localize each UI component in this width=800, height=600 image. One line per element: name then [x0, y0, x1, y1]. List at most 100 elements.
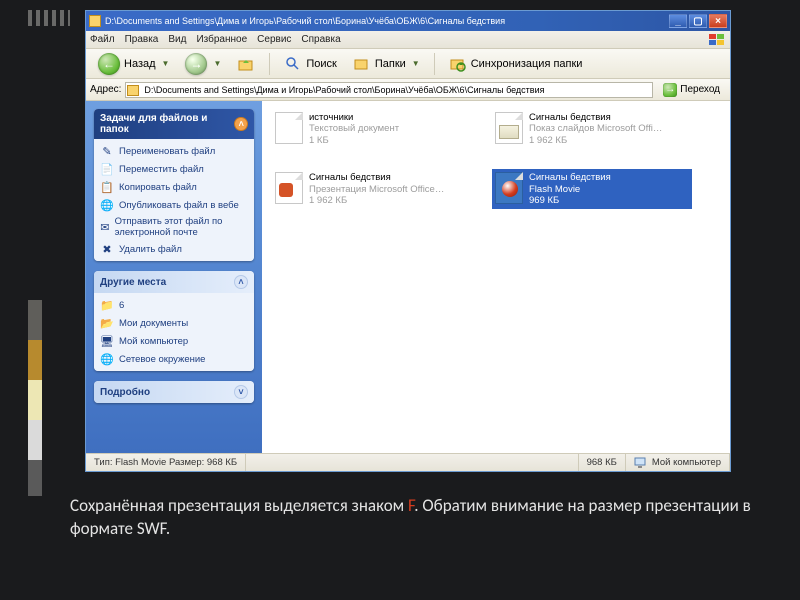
menu-edit[interactable]: Правка — [125, 34, 159, 45]
place-label: Сетевое окружение — [119, 354, 205, 365]
chevron-down-icon: ▼ — [162, 59, 170, 68]
task-item[interactable]: 📋Копировать файл — [100, 180, 248, 194]
folders-icon — [353, 55, 371, 73]
go-icon: → — [663, 83, 677, 97]
menu-file[interactable]: Файл — [90, 34, 115, 45]
search-label: Поиск — [306, 58, 336, 70]
file-name: Сигналы бедствия — [529, 112, 662, 123]
close-button[interactable]: × — [709, 14, 727, 28]
place-label: 6 — [119, 300, 124, 311]
file-size: 1 962 КБ — [529, 135, 662, 146]
task-icon: 📄 — [100, 162, 114, 176]
menu-view[interactable]: Вид — [168, 34, 186, 45]
menu-favorites[interactable]: Избранное — [196, 34, 247, 45]
nav-toolbar: ← Назад ▼ → ▼ Поиск — [86, 49, 730, 79]
separator — [269, 53, 270, 75]
windows-logo-icon — [708, 33, 726, 47]
status-type: Тип: Flash Movie Размер: 968 КБ — [86, 454, 246, 471]
file-type: Показ слайдов Microsoft Offi… — [529, 123, 662, 134]
file-type: Презентация Microsoft Office… — [309, 184, 444, 195]
task-label: Удалить файл — [119, 244, 182, 255]
card-header[interactable]: Подробно ˅ — [94, 381, 254, 403]
file-icon — [495, 112, 523, 144]
place-item[interactable]: 🌐 Сетевое окружение — [100, 352, 248, 366]
file-item[interactable]: Сигналы бедствияПоказ слайдов Microsoft … — [492, 109, 692, 149]
file-icon — [275, 112, 303, 144]
collapse-icon[interactable]: ˄ — [234, 275, 248, 289]
computer-icon — [634, 457, 648, 469]
forward-button[interactable]: → ▼ — [179, 51, 227, 77]
card-header[interactable]: Другие места ˄ — [94, 271, 254, 293]
status-bar: Тип: Flash Movie Размер: 968 КБ 968 КБ М… — [86, 453, 730, 471]
place-item[interactable]: 📂 Мои документы — [100, 316, 248, 330]
place-icon: 🌐 — [100, 352, 114, 366]
file-size: 1 962 КБ — [309, 195, 444, 206]
card-title: Подробно — [100, 387, 150, 398]
slide-caption: Сохранённая презентация выделяется знако… — [70, 495, 760, 541]
place-icon: 📂 — [100, 316, 114, 330]
file-size: 969 КБ — [529, 195, 611, 206]
place-item[interactable]: 📁6 — [100, 298, 248, 312]
back-button[interactable]: ← Назад ▼ — [92, 51, 175, 77]
forward-icon: → — [185, 53, 207, 75]
task-item[interactable]: ✉ Отправить этот файл по электронной почт… — [100, 216, 248, 238]
back-label: Назад — [124, 58, 156, 70]
task-label: Опубликовать файл в вебе — [119, 200, 239, 211]
sync-label: Синхронизация папки — [471, 58, 583, 70]
folders-button[interactable]: Папки ▼ — [347, 53, 426, 75]
file-tasks-card: Задачи для файлов и папок ˄ ✎ Переименова… — [94, 109, 254, 261]
separator — [434, 53, 435, 75]
file-name: Сигналы бедствия — [309, 172, 444, 183]
card-header[interactable]: Задачи для файлов и папок ˄ — [94, 109, 254, 139]
task-icon: ✎ — [100, 144, 114, 158]
card-title: Другие места — [100, 277, 166, 288]
collapse-icon[interactable]: ˄ — [234, 117, 248, 131]
status-location: Мой компьютер — [626, 454, 730, 471]
place-item[interactable]: 🖥 Мой компьютер — [100, 334, 248, 348]
sync-icon — [449, 55, 467, 73]
task-icon: ✉ — [100, 220, 110, 234]
place-icon: 🖥 — [100, 334, 114, 348]
place-icon: 📁 — [100, 298, 114, 312]
expand-icon[interactable]: ˅ — [234, 385, 248, 399]
file-item[interactable]: источникиТекстовый документ1 КБ — [272, 109, 472, 149]
go-label: Переход — [680, 84, 720, 95]
file-type: Текстовый документ — [309, 123, 399, 134]
folder-icon — [89, 15, 101, 27]
slide-decor-top — [28, 10, 70, 26]
explorer-window: D:\Documents and Settings\Дима и Игорь\Р… — [85, 10, 731, 472]
task-item[interactable]: 🌐Опубликовать файл в вебе — [100, 198, 248, 212]
minimize-button[interactable]: _ — [669, 14, 687, 28]
status-size: 968 КБ — [579, 454, 626, 471]
chevron-down-icon: ▼ — [412, 59, 420, 68]
menu-help[interactable]: Справка — [301, 34, 340, 45]
file-size: 1 КБ — [309, 135, 399, 146]
address-input[interactable] — [125, 82, 653, 98]
task-item[interactable]: 📄Переместить файл — [100, 162, 248, 176]
place-label: Мой компьютер — [119, 336, 188, 347]
task-item[interactable]: ✖ Удалить файл — [100, 242, 248, 256]
card-title: Задачи для файлов и папок — [100, 113, 234, 135]
task-label: Отправить этот файл по электронной почте — [115, 216, 248, 238]
file-list-pane[interactable]: источникиТекстовый документ1 КБ Сигналы б… — [262, 101, 730, 453]
go-button[interactable]: → Переход — [657, 81, 726, 99]
task-item[interactable]: ✎ Переименовать файл — [100, 144, 248, 158]
task-icon: ✖ — [100, 242, 114, 256]
other-places-card: Другие места ˄ 📁6📂Мои документы🖥Мой комп… — [94, 271, 254, 371]
maximize-button[interactable]: ▢ — [689, 14, 707, 28]
file-item[interactable]: Сигналы бедствияПрезентация Microsoft Of… — [272, 169, 472, 209]
folder-icon — [127, 85, 139, 96]
sync-button[interactable]: Синхронизация папки — [443, 53, 589, 75]
folder-up-icon — [237, 55, 255, 73]
details-card: Подробно ˅ — [94, 381, 254, 403]
menu-tools[interactable]: Сервис — [257, 34, 291, 45]
search-button[interactable]: Поиск — [278, 53, 342, 75]
titlebar[interactable]: D:\Documents and Settings\Дима и Игорь\Р… — [86, 11, 730, 31]
task-label: Переименовать файл — [119, 146, 215, 157]
file-icon — [275, 172, 303, 204]
place-label: Мои документы — [119, 318, 188, 329]
menubar: Файл Правка Вид Избранное Сервис Справка — [86, 31, 730, 49]
file-item[interactable]: Сигналы бедствияFlash Movie969 КБ — [492, 169, 692, 209]
up-button[interactable] — [231, 53, 261, 75]
back-icon: ← — [98, 53, 120, 75]
